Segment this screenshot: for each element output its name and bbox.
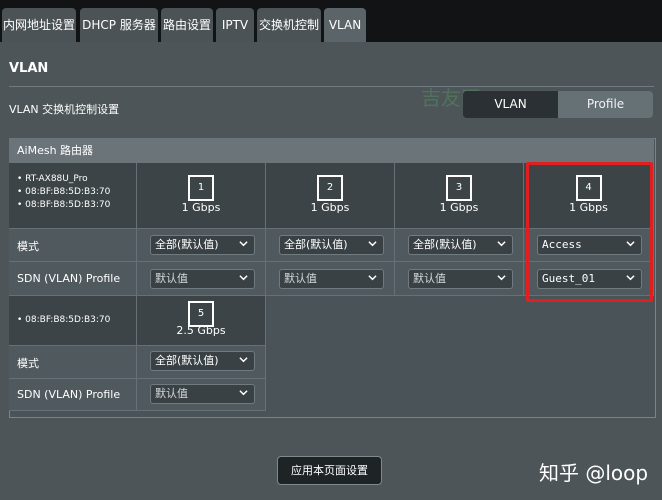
profile-select-port-5[interactable]: 默认值 bbox=[150, 384, 255, 404]
port-icon: 2 bbox=[317, 175, 343, 201]
tab-dhcp[interactable]: DHCP 服务器 bbox=[80, 8, 158, 42]
chevron-down-icon bbox=[497, 275, 506, 281]
highlight-box bbox=[526, 162, 653, 302]
port-icon: 3 bbox=[446, 175, 472, 201]
view-toggle: VLAN Profile bbox=[463, 91, 653, 118]
mode-select-port-2[interactable]: 全部(默认值) bbox=[279, 235, 384, 255]
tab-switch[interactable]: 交换机控制 bbox=[257, 8, 321, 42]
profile-select-port-2[interactable]: 默认值 bbox=[279, 269, 384, 289]
router-mac: 08:BF:B8:5D:B3:70 bbox=[25, 200, 111, 210]
box-header: AiMesh 路由器 bbox=[9, 138, 654, 163]
node-info-cell: • 08:BF:B8:5D:B3:70 bbox=[9, 296, 137, 346]
mode-select-port-5[interactable]: 全部(默认值) bbox=[150, 351, 255, 371]
chevron-down-icon bbox=[368, 275, 377, 281]
mode-label: 模式 bbox=[17, 240, 39, 253]
router-info: • RT-AX88U_Pro • 08:BF:B8:5D:B3:70 • 08:… bbox=[17, 174, 111, 210]
port-speed: 1 Gbps bbox=[310, 201, 350, 214]
divider bbox=[9, 86, 654, 87]
chevron-down-icon bbox=[239, 357, 248, 363]
tab-lan-ip[interactable]: 内网地址设置 bbox=[2, 8, 76, 42]
chevron-down-icon bbox=[239, 241, 248, 247]
page-title: VLAN bbox=[9, 61, 49, 76]
port-icon: 1 bbox=[188, 175, 214, 201]
tab-vlan[interactable]: VLAN bbox=[324, 8, 366, 42]
chevron-down-icon bbox=[239, 275, 248, 281]
watermark: 知乎 @loop bbox=[539, 461, 649, 485]
profile-label-cell: SDN (VLAN) Profile bbox=[9, 379, 137, 411]
tab-iptv[interactable]: IPTV bbox=[216, 8, 254, 42]
mode-select-port-3[interactable]: 全部(默认值) bbox=[408, 235, 513, 255]
port-2-cell: 2 1 Gbps bbox=[266, 163, 395, 229]
port-speed: 1 Gbps bbox=[181, 201, 221, 214]
section-subtitle: VLAN 交换机控制设置 bbox=[9, 103, 120, 116]
tab-bar: 内网地址设置 DHCP 服务器 路由设置 IPTV 交换机控制 VLAN bbox=[0, 0, 662, 42]
port-1-cell: 1 1 Gbps bbox=[137, 163, 266, 229]
mode-label-cell: 模式 bbox=[9, 346, 137, 379]
port-speed: 1 Gbps bbox=[439, 201, 479, 214]
node-mac: 08:BF:B8:5D:B3:70 bbox=[25, 315, 111, 325]
mode-label: 模式 bbox=[17, 357, 39, 370]
chevron-down-icon bbox=[368, 241, 377, 247]
port-3-cell: 3 1 Gbps bbox=[395, 163, 524, 229]
chevron-down-icon bbox=[497, 241, 506, 247]
profile-select-port-1[interactable]: 默认值 bbox=[150, 269, 255, 289]
mode-label-cell: 模式 bbox=[9, 229, 137, 262]
router-mac: 08:BF:B8:5D:B3:70 bbox=[25, 187, 111, 197]
profile-select-port-3[interactable]: 默认值 bbox=[408, 269, 513, 289]
toggle-profile[interactable]: Profile bbox=[558, 91, 653, 118]
profile-label-cell: SDN (VLAN) Profile bbox=[9, 262, 137, 296]
apply-button[interactable]: 应用本页面设置 bbox=[277, 456, 382, 485]
port-5-cell: 5 2.5 Gbps bbox=[137, 296, 266, 346]
chevron-down-icon bbox=[239, 390, 248, 396]
tab-route[interactable]: 路由设置 bbox=[161, 8, 213, 42]
port-speed: 2.5 Gbps bbox=[176, 324, 226, 337]
profile-label: SDN (VLAN) Profile bbox=[17, 388, 121, 401]
profile-label: SDN (VLAN) Profile bbox=[17, 272, 121, 285]
router-model: RT-AX88U_Pro bbox=[25, 174, 88, 184]
mode-select-port-1[interactable]: 全部(默认值) bbox=[150, 235, 255, 255]
toggle-vlan[interactable]: VLAN bbox=[463, 91, 558, 118]
